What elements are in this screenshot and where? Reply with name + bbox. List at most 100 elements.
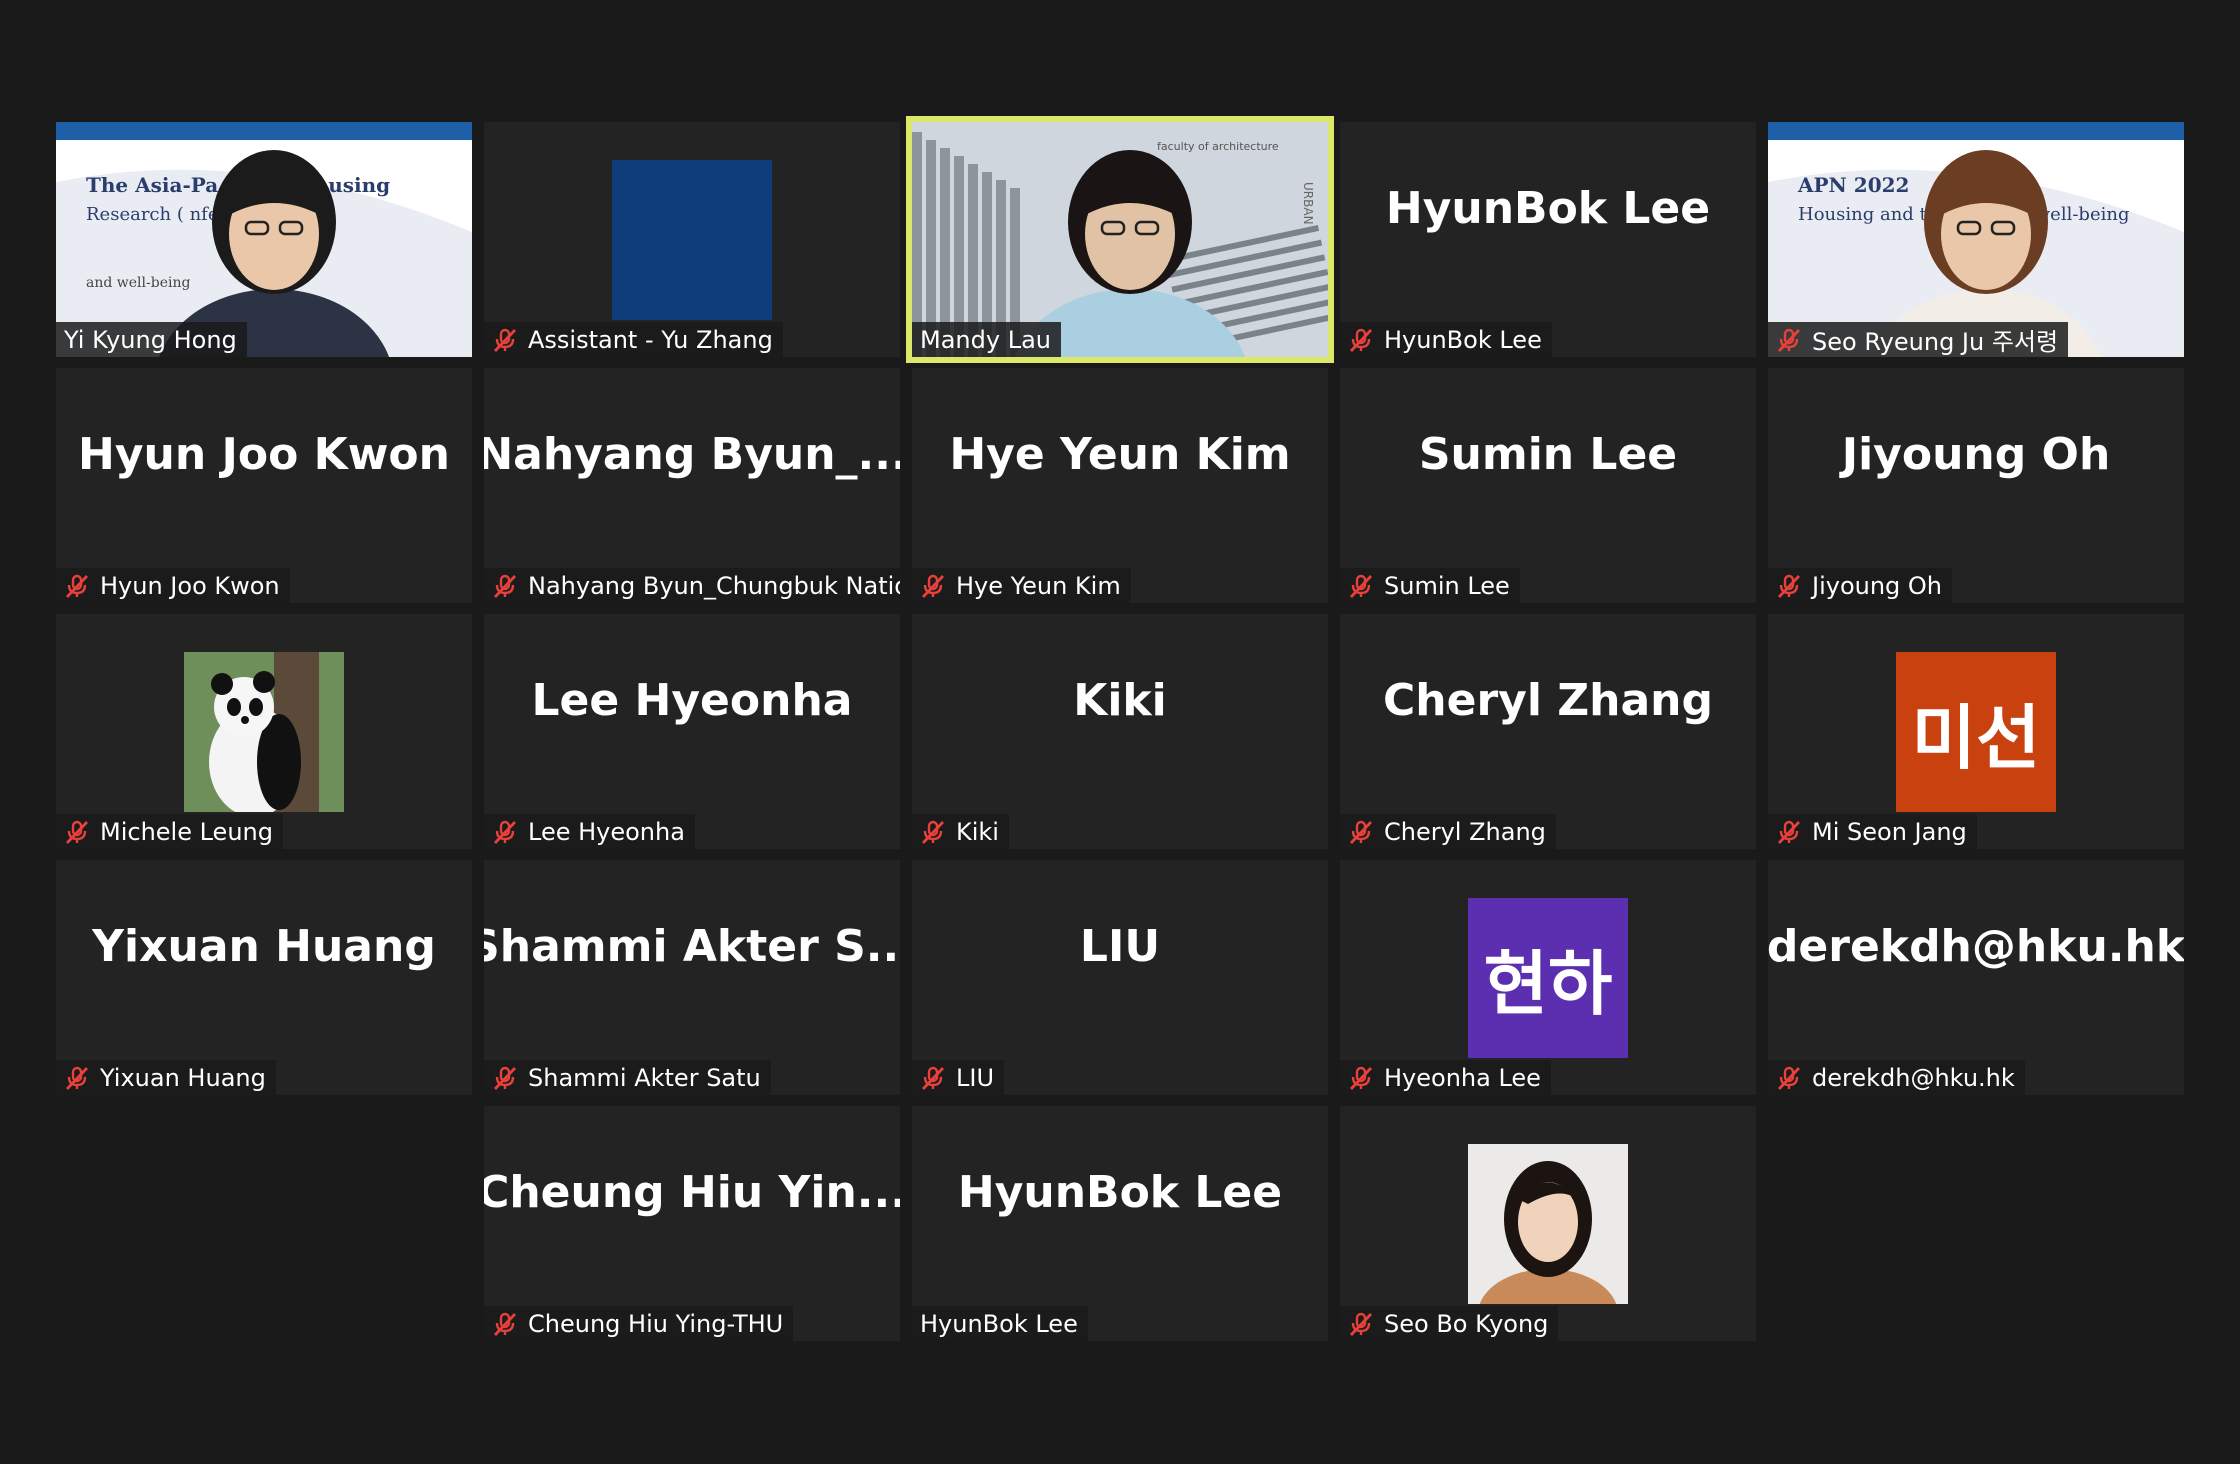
participant-tile-jiyoung-oh[interactable]: Jiyoung Oh Jiyoung Oh (1768, 368, 2184, 603)
participant-name: Hye Yeun Kim (956, 571, 1121, 600)
participant-display-name: Shammi Akter S... (484, 920, 900, 972)
participant-name: HyunBok Lee (920, 1309, 1078, 1338)
participant-name-label: Hyeonha Lee (1340, 1060, 1551, 1095)
participant-name: Mi Seon Jang (1812, 817, 1967, 846)
muted-mic-icon (1777, 1066, 1801, 1090)
participant-display-name: Lee Hyeonha (531, 674, 853, 726)
muted-mic-icon (493, 1066, 517, 1090)
muted-mic-icon (1349, 820, 1373, 844)
participant-tile-hye-yeun-kim[interactable]: Hye Yeun Kim Hye Yeun Kim (912, 368, 1328, 603)
participant-tile-mandy-lau[interactable]: faculty of architecture URBAN Mandy Lau (906, 116, 1334, 363)
muted-mic-icon (493, 574, 517, 598)
participant-tile-kiki[interactable]: Kiki Kiki (912, 614, 1328, 849)
participant-name: Lee Hyeonha (528, 817, 685, 846)
participant-name: Yixuan Huang (100, 1063, 266, 1092)
participant-display-name: Jiyoung Oh (1841, 428, 2111, 480)
participant-name-label: Jiyoung Oh (1768, 568, 1953, 603)
muted-mic-icon (921, 1066, 945, 1090)
muted-mic-icon (1349, 1066, 1373, 1090)
svg-text:and well-being: and well-being (86, 275, 190, 291)
participant-display-name: Cheryl Zhang (1383, 674, 1713, 726)
participant-display-name: Kiki (1073, 674, 1167, 726)
participant-name: Seo Bo Kyong (1384, 1309, 1549, 1338)
participant-name-label: Lee Hyeonha (484, 814, 695, 849)
participant-name-label: Nahyang Byun_Chungbuk Natio... (484, 568, 900, 603)
participant-display-name: HyunBok Lee (957, 1166, 1283, 1218)
participant-name: Assistant - Yu Zhang (528, 325, 773, 354)
muted-mic-icon (1777, 820, 1801, 844)
muted-mic-icon (921, 820, 945, 844)
participant-tile-liu[interactable]: LIU LIU (912, 860, 1328, 1095)
participant-tile-hyun-joo-kwon[interactable]: Hyun Joo Kwon Hyun Joo Kwon (56, 368, 472, 603)
participant-name: Nahyang Byun_Chungbuk Natio... (528, 571, 900, 600)
participant-name: Mandy Lau (920, 325, 1051, 354)
muted-mic-icon (1349, 1312, 1373, 1336)
muted-mic-icon (1349, 328, 1373, 352)
muted-mic-icon (1349, 574, 1373, 598)
muted-mic-icon (65, 1066, 89, 1090)
muted-mic-icon (65, 820, 89, 844)
profile-photo (1468, 1144, 1628, 1304)
participant-name: Kiki (956, 817, 999, 846)
participant-name-label: Seo Bo Kyong (1340, 1306, 1559, 1341)
participant-name-label: Cheung Hiu Ying-THU (484, 1306, 794, 1341)
participant-name: Hyun Joo Kwon (100, 571, 280, 600)
participant-tile-derekdh-hku-hk[interactable]: derekdh@hku.hk derekdh@hku.hk (1768, 860, 2184, 1095)
participant-tile-lee-hyeonha[interactable]: Lee Hyeonha Lee Hyeonha (484, 614, 900, 849)
participant-name-label: Shammi Akter Satu (484, 1060, 771, 1095)
participant-name: Cheung Hiu Ying-THU (528, 1309, 784, 1338)
participant-tile-hyunbok-lee[interactable]: HyunBok Lee HyunBok Lee (912, 1106, 1328, 1341)
participant-tile-yixuan-huang[interactable]: Yixuan Huang Yixuan Huang (56, 860, 472, 1095)
participant-name-label: Yi Kyung Hong (56, 322, 247, 357)
muted-mic-icon (493, 820, 517, 844)
participant-tile-seo-ryeung-ju[interactable]: APN 2022Housing and the uity and well-be… (1768, 122, 2184, 357)
participant-name-label: HyunBok Lee (1340, 322, 1552, 357)
participant-name-label: Hye Yeun Kim (912, 568, 1131, 603)
participant-tile-shammi-akter-satu[interactable]: Shammi Akter S... Shammi Akter Satu (484, 860, 900, 1095)
participant-name-label: Michele Leung (56, 814, 283, 849)
participant-tile-hyunbok-lee[interactable]: HyunBok Lee HyunBok Lee (1340, 122, 1756, 357)
video-placeholder (612, 160, 772, 320)
participant-name: Michele Leung (100, 817, 273, 846)
participant-name-label: LIU (912, 1060, 1005, 1095)
participant-display-name: Nahyang Byun_... (484, 428, 900, 480)
svg-text:URBAN: URBAN (1301, 182, 1315, 225)
participant-display-name: Hye Yeun Kim (949, 428, 1291, 480)
participant-name-label: Mi Seon Jang (1768, 814, 1977, 849)
participant-tile-yi-kyung-hong[interactable]: The Asia-Pa rk for HousingResearch ( nfe… (56, 122, 472, 357)
participant-display-name: Hyun Joo Kwon (78, 428, 450, 480)
participant-tile-mi-seon-jang[interactable]: 미선 Mi Seon Jang (1768, 614, 2184, 849)
participant-name: Seo Ryeung Ju 주서령 (1812, 328, 2059, 356)
participant-tile-michele-leung[interactable]: Michele Leung (56, 614, 472, 849)
profile-photo (184, 652, 344, 812)
participant-tile-seo-bo-kyong[interactable]: Seo Bo Kyong (1340, 1106, 1756, 1341)
participant-display-name: Cheung Hiu Yin... (484, 1166, 900, 1218)
participant-tile-assistant-yu-zhang[interactable]: Assistant - Yu Zhang (484, 122, 900, 357)
participant-name-label: Mandy Lau (912, 322, 1061, 357)
participant-tile-hyeonha-lee[interactable]: 현하 Hyeonha Lee (1340, 860, 1756, 1095)
svg-text:APN 2022: APN 2022 (1797, 173, 1909, 197)
participant-display-name: LIU (1079, 920, 1161, 972)
participant-name: LIU (956, 1063, 995, 1092)
participant-name-label: derekdh@hku.hk (1768, 1060, 2025, 1095)
participant-name: derekdh@hku.hk (1812, 1063, 2015, 1092)
participant-name: Jiyoung Oh (1812, 571, 1943, 600)
participant-name-label: Yixuan Huang (56, 1060, 276, 1095)
participant-tile-nahyang-byun-chungbuk-natio[interactable]: Nahyang Byun_... Nahyang Byun_Chungbuk Na… (484, 368, 900, 603)
avatar: 미선 (1896, 652, 2056, 812)
gallery-grid: The Asia-Pa rk for HousingResearch ( nfe… (0, 0, 2240, 1464)
participant-name: Cheryl Zhang (1384, 817, 1546, 846)
muted-mic-icon (921, 574, 945, 598)
muted-mic-icon (493, 328, 517, 352)
participant-tile-sumin-lee[interactable]: Sumin Lee Sumin Lee (1340, 368, 1756, 603)
participant-display-name: Yixuan Huang (92, 920, 436, 972)
participant-tile-cheung-hiu-ying-thu[interactable]: Cheung Hiu Yin... Cheung Hiu Ying-THU (484, 1106, 900, 1341)
muted-mic-icon (1777, 328, 1801, 352)
participant-display-name: HyunBok Lee (1385, 182, 1711, 234)
participant-tile-cheryl-zhang[interactable]: Cheryl Zhang Cheryl Zhang (1340, 614, 1756, 849)
svg-text:faculty of architecture: faculty of architecture (1157, 140, 1279, 153)
avatar: 현하 (1468, 898, 1628, 1058)
participant-name: Sumin Lee (1384, 571, 1510, 600)
participant-name-label: Sumin Lee (1340, 568, 1520, 603)
muted-mic-icon (1777, 574, 1801, 598)
